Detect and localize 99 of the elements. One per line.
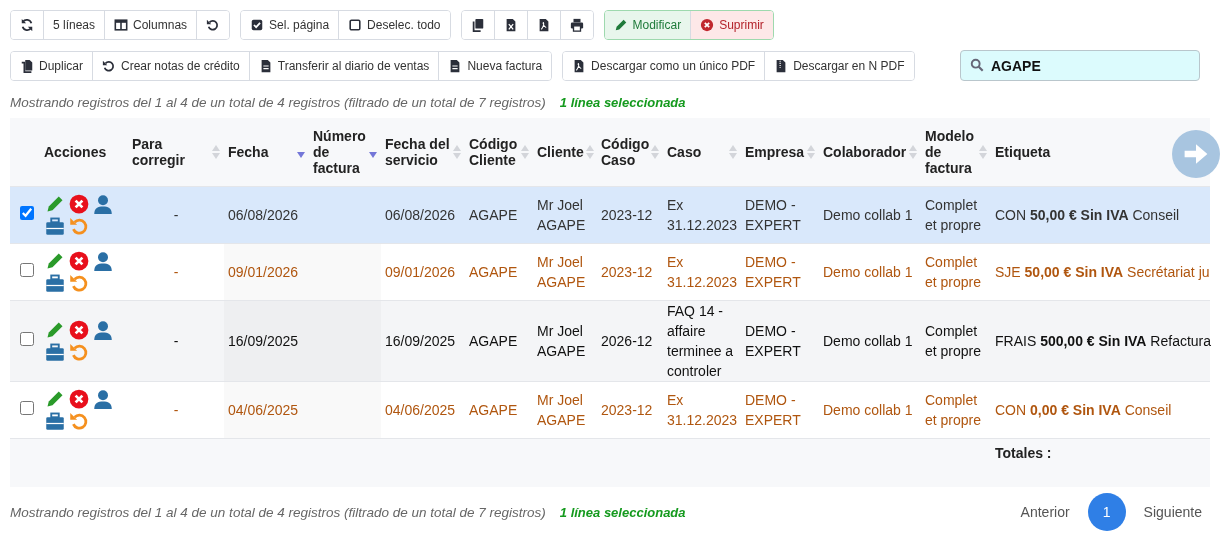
table-cell: 16/09/2025 (228, 333, 299, 349)
table-cell: AGAPE (469, 207, 518, 223)
table-cell: Mr Joel AGAPE (537, 392, 586, 428)
user-icon (92, 320, 114, 340)
pencil-icon (613, 18, 628, 32)
table-cell: - (173, 402, 179, 418)
table-cell: AGAPE (469, 333, 518, 349)
records-info: Mostrando registros del 1 al 4 de un total de 4 registros (filtrado de un total de 7 registros) (10, 95, 546, 110)
close-circle-icon (68, 320, 90, 340)
table-cell: CON 0,00 € Sin IVA Conseil (995, 402, 1172, 418)
table-cell: AGAPE (469, 402, 518, 418)
undo-icon (206, 18, 221, 32)
table-cell: CON 50,00 € Sin IVA Conseil (995, 207, 1180, 223)
table-cell: Demo collab 1 (823, 207, 913, 223)
user-icon (92, 194, 114, 214)
print-icon (569, 18, 584, 32)
row-checkbox[interactable] (20, 401, 34, 415)
user-icon (92, 389, 114, 409)
icon-button[interactable] (11, 11, 44, 39)
table-cell: 09/01/2026 (228, 264, 299, 280)
row-checkbox[interactable] (20, 332, 34, 346)
table-cell: Demo collab 1 (823, 333, 913, 349)
icon-button[interactable] (461, 11, 495, 39)
checkbox-empty-icon (348, 18, 363, 32)
table-cell: Mr Joel AGAPE (537, 323, 586, 359)
undo-icon (68, 216, 90, 236)
table-cell: Demo collab 1 (823, 264, 913, 280)
row-checkbox[interactable] (20, 206, 34, 220)
table-cell: Ex 31.12.2023 (667, 392, 738, 428)
toolbar-button[interactable]: Duplicar (11, 51, 93, 80)
table-cell: 06/08/2026 (385, 207, 456, 223)
close-circle-icon (68, 389, 90, 409)
columns-icon (114, 18, 129, 32)
briefcase-icon (44, 273, 66, 293)
table-cell: 04/06/2025 (228, 402, 299, 418)
table-cell: Demo collab 1 (823, 402, 913, 418)
records-info: Mostrando registros del 1 al 4 de un total de 4 registros (filtrado de un total de 7 registros) (10, 504, 546, 520)
checkbox-checked-icon (250, 18, 265, 32)
column-header: Acciones (44, 144, 107, 160)
table-cell: Mr Joel AGAPE (537, 254, 586, 290)
search-field[interactable]: AGAPE (960, 50, 1200, 81)
undo-icon (68, 273, 90, 293)
toolbar-button[interactable]: Sel. página (241, 11, 340, 39)
table-cell: Mr Joel AGAPE (537, 197, 586, 233)
toolbar-button[interactable]: Modificar (604, 11, 692, 39)
selection-count: 1 línea seleccionada (559, 504, 686, 520)
search-icon (970, 58, 984, 72)
table-cell: Complet et propre (925, 323, 982, 359)
close-circle-icon (68, 251, 90, 271)
table-cell: Ex 31.12.2023 (667, 197, 738, 233)
briefcase-icon (44, 411, 66, 431)
column-header[interactable]: Caso (667, 144, 702, 160)
page-button[interactable]: 1 (1087, 493, 1126, 531)
table-cell: 16/09/2025 (385, 333, 456, 349)
user-icon (92, 251, 114, 271)
undo-icon (68, 411, 90, 431)
column-header[interactable]: Cliente (537, 144, 584, 160)
table-cell: 2026-12 (601, 333, 653, 349)
table-cell: DEMO - EXPERT (745, 197, 801, 233)
table-cell: FAQ 14 - affaire terminee a controler (667, 303, 734, 379)
previous-page-link[interactable]: Anterior (1012, 498, 1078, 526)
briefcase-icon (44, 216, 66, 236)
table-cell: SJE 50,00 € Sin IVA Secrétariat ju (995, 264, 1210, 280)
table-cell: - (173, 207, 179, 223)
table-cell: Complet et propre (925, 254, 982, 290)
close-circle-icon (700, 18, 715, 32)
briefcase-icon (44, 342, 66, 362)
table-cell: Complet et propre (925, 197, 982, 233)
toolbar-button[interactable]: Descargar como un único PDF (563, 51, 766, 80)
row-checkbox[interactable] (20, 263, 34, 277)
table-cell: 2023-12 (601, 207, 653, 223)
column-header[interactable]: Colaborador (823, 144, 907, 160)
table-cell: DEMO - EXPERT (745, 323, 801, 359)
totals-label: Totales : (995, 445, 1052, 461)
table-cell: - (173, 333, 179, 349)
table-cell: 04/06/2025 (385, 402, 456, 418)
toolbar-button[interactable]: Suprimir (691, 11, 773, 39)
refresh-icon (20, 18, 34, 32)
duplicate-icon (20, 58, 34, 73)
table-cell: 06/08/2026 (228, 207, 299, 223)
next-page-link[interactable]: Siguiente (1135, 498, 1210, 526)
table-cell: DEMO - EXPERT (745, 254, 801, 290)
table-cell: FRAIS 500,00 € Sin IVA Refactura (995, 333, 1212, 349)
table-cell: Complet et propre (925, 392, 982, 428)
undo-icon (68, 342, 90, 362)
copy-icon (470, 18, 485, 32)
table-cell: DEMO - EXPERT (745, 392, 801, 428)
table-cell: 09/01/2026 (385, 264, 456, 280)
column-header[interactable]: Empresa (745, 144, 805, 160)
table-cell: AGAPE (469, 264, 518, 280)
column-header[interactable]: Fecha (228, 144, 269, 160)
column-header: Etiqueta (995, 144, 1051, 160)
close-circle-icon (68, 194, 90, 214)
selection-count: 1 línea seleccionada (559, 95, 686, 110)
undo-icon (102, 58, 116, 73)
table-cell: Ex 31.12.2023 (667, 254, 738, 290)
table-cell: 2023-12 (601, 264, 653, 280)
table-cell: - (173, 264, 179, 280)
table-cell: 2023-12 (601, 402, 653, 418)
